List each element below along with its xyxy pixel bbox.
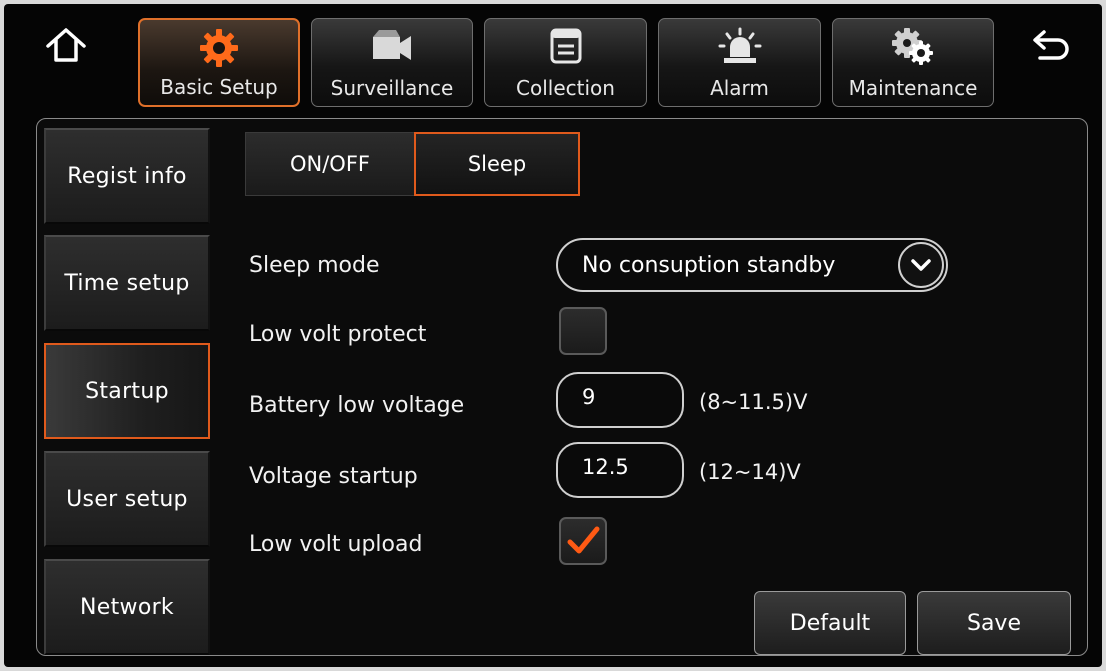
- sidebar-item-network[interactable]: Network: [44, 559, 210, 655]
- voltage-startup-range: (12~14)V: [699, 460, 801, 484]
- home-icon: [46, 28, 86, 62]
- low-volt-protect-label: Low volt protect: [249, 322, 427, 347]
- tab-label: ON/OFF: [289, 152, 370, 176]
- default-button-label: Default: [789, 610, 871, 636]
- low-volt-upload-checkbox[interactable]: [559, 517, 607, 565]
- sleep-mode-label: Sleep mode: [249, 253, 380, 278]
- screen: Basic Setup Surveillance Collection Alar…: [4, 4, 1102, 667]
- nav-surveillance-label: Surveillance: [330, 76, 454, 100]
- sidebar-item-label: Time setup: [64, 270, 190, 296]
- sleep-mode-value: No consuption standby: [582, 253, 836, 278]
- sidebar-item-label: User setup: [66, 486, 188, 512]
- nav-surveillance[interactable]: Surveillance: [311, 18, 473, 107]
- nav-collection[interactable]: Collection: [484, 18, 647, 107]
- nav-basic-setup[interactable]: Basic Setup: [138, 18, 300, 107]
- nav-alarm-label: Alarm: [710, 76, 769, 100]
- gears-icon: [891, 27, 935, 71]
- sidebar-item-label: Startup: [85, 378, 169, 404]
- battery-low-voltage-label: Battery low voltage: [249, 393, 465, 418]
- battery-low-voltage-range: (8~11.5)V: [699, 390, 808, 414]
- nav-maintenance-label: Maintenance: [848, 76, 978, 100]
- nav-basic-setup-label: Basic Setup: [160, 75, 278, 99]
- chevron-down-icon[interactable]: [898, 242, 944, 288]
- nav-collection-label: Collection: [516, 76, 615, 100]
- sleep-mode-select[interactable]: No consuption standby: [556, 238, 948, 292]
- tab-sleep[interactable]: Sleep: [414, 132, 580, 196]
- default-button[interactable]: Default: [754, 591, 906, 655]
- save-button[interactable]: Save: [917, 591, 1071, 655]
- tab-on-off[interactable]: ON/OFF: [245, 132, 415, 196]
- voltage-startup-input[interactable]: 12.5: [556, 442, 684, 498]
- tab-label: Sleep: [467, 152, 527, 176]
- sidebar-item-regist-info[interactable]: Regist info: [44, 128, 210, 224]
- voltage-startup-label: Voltage startup: [249, 464, 418, 489]
- sidebar-item-time-setup[interactable]: Time setup: [44, 235, 210, 331]
- nav-alarm[interactable]: Alarm: [658, 18, 821, 107]
- back-button[interactable]: [1030, 26, 1074, 66]
- sidebar-item-label: Regist info: [67, 163, 187, 189]
- nav-maintenance[interactable]: Maintenance: [832, 18, 994, 107]
- document-icon: [548, 27, 584, 69]
- home-button[interactable]: [44, 26, 88, 66]
- low-volt-protect-checkbox[interactable]: [559, 307, 607, 355]
- checkmark-icon: [567, 526, 600, 554]
- back-arrow-icon: [1033, 30, 1069, 60]
- sidebar-item-label: Network: [80, 594, 174, 620]
- camera-icon: [370, 27, 414, 69]
- alarm-light-icon: [718, 27, 762, 71]
- battery-low-voltage-input[interactable]: 9: [556, 372, 684, 428]
- sidebar-item-startup[interactable]: Startup: [44, 343, 210, 439]
- save-button-label: Save: [966, 610, 1021, 636]
- gear-icon: [199, 28, 239, 72]
- sidebar-item-user-setup[interactable]: User setup: [44, 451, 210, 547]
- low-volt-upload-label: Low volt upload: [249, 532, 423, 557]
